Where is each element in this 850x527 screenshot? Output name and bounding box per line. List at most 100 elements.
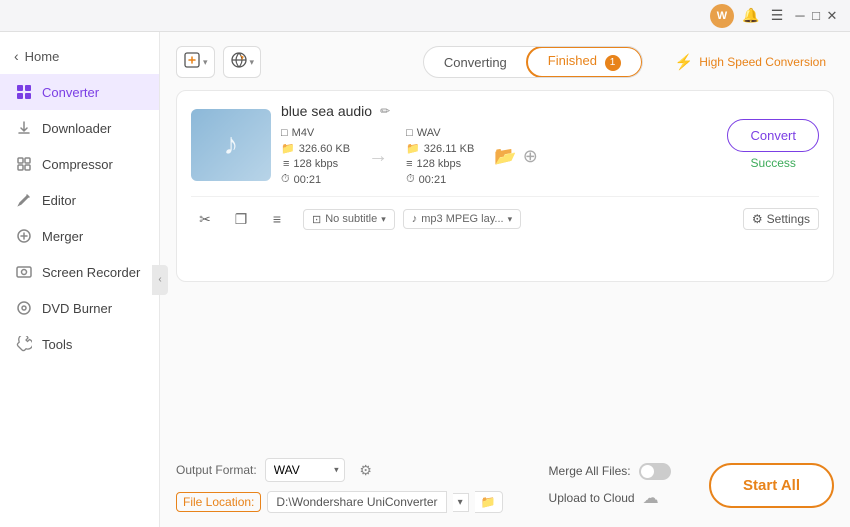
convert-button[interactable]: Convert — [727, 119, 819, 152]
source-bitrate-line: 📁 326.60 KB — [281, 142, 350, 155]
target-format-icon: □ — [406, 127, 413, 139]
sidebar-item-dvd-burner[interactable]: DVD Burner — [0, 290, 159, 326]
menu-dots-icon[interactable]: ≡ — [263, 205, 291, 233]
file-location-path: D:\Wondershare UniConverter — [267, 491, 446, 513]
dvd-burner-icon — [14, 298, 34, 318]
target-bitrate: 128 kbps — [417, 158, 462, 170]
cut-icon[interactable]: ✂ — [191, 205, 219, 233]
sidebar-item-label: Downloader — [42, 121, 111, 136]
start-all-button[interactable]: Start All — [709, 463, 834, 508]
source-size: 326.60 KB — [299, 143, 350, 155]
convert-area: Convert Success — [727, 119, 819, 170]
sidebar-item-label: Merger — [42, 229, 83, 244]
target-size: 326.11 KB — [424, 143, 475, 155]
file-name-row: blue sea audio ✏ — [281, 103, 717, 119]
subtitle-label: No subtitle — [325, 213, 377, 225]
sidebar-item-downloader[interactable]: Downloader — [0, 110, 159, 146]
add-url-button[interactable]: ▾ — [223, 46, 262, 78]
settings-button[interactable]: ⚙ Settings — [743, 208, 819, 230]
source-bitrate-line2: ≡ 128 kbps — [281, 158, 350, 170]
source-duration-line: ⏱ 00:21 — [281, 173, 350, 186]
source-format-line: □ M4V — [281, 127, 350, 139]
sidebar-item-screen-recorder[interactable]: Screen Recorder — [0, 254, 159, 290]
bottom-left: Output Format: WAV MP3 M4V AAC ▾ ⚙ — [176, 457, 503, 513]
audio-icon: ♪ — [412, 213, 418, 225]
sidebar-item-editor[interactable]: Editor — [0, 182, 159, 218]
output-format-select[interactable]: WAV MP3 M4V AAC — [265, 458, 345, 482]
settings-gear-icon: ⚙ — [752, 212, 763, 226]
finished-label: Finished — [548, 53, 597, 68]
sidebar-collapse-button[interactable]: ‹ — [152, 265, 168, 295]
target-folder-icon: 📁 — [406, 142, 420, 155]
bottom-bar: Output Format: WAV MP3 M4V AAC ▾ ⚙ — [176, 447, 834, 513]
file-location-dropdown-button[interactable]: ▾ — [453, 493, 469, 512]
file-card-header: ♪ blue sea audio ✏ □ M4V — [191, 103, 819, 186]
add-url-icon — [230, 51, 248, 74]
file-location-row: File Location: D:\Wondershare UniConvert… — [176, 491, 503, 513]
file-meta-row: □ M4V 📁 326.60 KB ≡ 128 kbps — [281, 127, 717, 186]
target-duration-line: ⏱ 00:21 — [406, 173, 474, 186]
sidebar-item-compressor[interactable]: Compressor — [0, 146, 159, 182]
sidebar-item-label: Screen Recorder — [42, 265, 140, 280]
source-bitrate: 128 kbps — [293, 158, 338, 170]
audio-dropdown[interactable]: ♪ mp3 MPEG lay... ▾ — [403, 209, 521, 229]
sidebar-item-converter[interactable]: Converter — [0, 74, 159, 110]
minimize-button[interactable]: ─ — [792, 8, 808, 24]
merge-toggle[interactable] — [639, 463, 671, 480]
sidebar-item-tools[interactable]: Tools — [0, 326, 159, 362]
high-speed-conversion-button[interactable]: ⚡ High Speed Conversion — [667, 49, 834, 75]
spacer — [176, 282, 834, 448]
editor-icon — [14, 190, 34, 210]
success-status: Success — [751, 156, 796, 170]
lightning-icon: ⚡ — [675, 53, 694, 71]
upload-cloud-icon[interactable]: ☁ — [643, 488, 659, 508]
sidebar-item-label: Converter — [42, 85, 99, 100]
maximize-button[interactable]: □ — [808, 8, 824, 24]
compressor-icon — [14, 154, 34, 174]
converter-icon — [14, 82, 34, 102]
menu-icon[interactable]: ☰ — [766, 5, 788, 27]
add-file-icon — [183, 51, 201, 74]
bell-icon[interactable]: 🔔 — [740, 5, 762, 27]
file-location-label: File Location: — [176, 492, 261, 512]
subtitle-arrow-icon: ▾ — [381, 214, 386, 225]
file-name: blue sea audio — [281, 103, 372, 119]
merge-label: Merge All Files: — [549, 464, 631, 478]
output-format-row: Output Format: WAV MP3 M4V AAC ▾ ⚙ — [176, 457, 503, 483]
back-arrow-icon: ‹ — [14, 48, 19, 64]
target-bitrate-line: 📁 326.11 KB — [406, 142, 474, 155]
merge-upload-section: Merge All Files: Upload to Cloud ☁ — [549, 463, 671, 508]
sidebar-item-merger[interactable]: Merger — [0, 218, 159, 254]
file-thumbnail: ♪ — [191, 109, 271, 181]
sidebar-item-label: Tools — [42, 337, 72, 352]
file-location-folder-button[interactable]: 📁 — [475, 491, 503, 513]
extra-icon-2[interactable]: ⊕ — [523, 146, 538, 167]
source-format-block: □ M4V 📁 326.60 KB ≡ 128 kbps — [281, 127, 350, 186]
sidebar-back[interactable]: ‹ Home — [0, 42, 159, 70]
merge-row: Merge All Files: — [549, 463, 671, 480]
copy-icon[interactable]: ❐ — [227, 205, 255, 233]
source-duration: 00:21 — [294, 174, 322, 186]
extra-icon-1[interactable]: 📂 — [494, 146, 516, 167]
sidebar-back-label: Home — [25, 49, 60, 64]
conversion-arrow: → — [358, 145, 398, 168]
output-settings-gear-button[interactable]: ⚙ — [353, 457, 379, 483]
target-format-block: □ WAV 📁 326.11 KB ≡ 128 kbps — [406, 127, 474, 186]
add-file-button[interactable]: ▾ — [176, 46, 215, 78]
title-bar: W 🔔 ☰ ─ □ ✕ — [0, 0, 850, 32]
file-card: ♪ blue sea audio ✏ □ M4V — [176, 90, 834, 282]
tab-converting[interactable]: Converting — [424, 50, 527, 75]
file-edit-icon[interactable]: ✏ — [380, 104, 390, 118]
gear-icon: ⚙ — [359, 462, 372, 479]
downloader-icon — [14, 118, 34, 138]
tab-finished[interactable]: Finished 1 — [526, 46, 643, 78]
main-content: ▾ ▾ Converting Finished 1 — [160, 32, 850, 527]
settings-label: Settings — [767, 212, 810, 226]
target-format: WAV — [417, 127, 441, 139]
add-file-arrow-icon: ▾ — [203, 57, 208, 68]
subtitle-dropdown[interactable]: ⊡ No subtitle ▾ — [303, 209, 395, 230]
close-button[interactable]: ✕ — [824, 8, 840, 24]
subtitle-icon: ⊡ — [312, 213, 321, 226]
upload-row: Upload to Cloud ☁ — [549, 488, 671, 508]
toggle-knob — [641, 465, 654, 478]
